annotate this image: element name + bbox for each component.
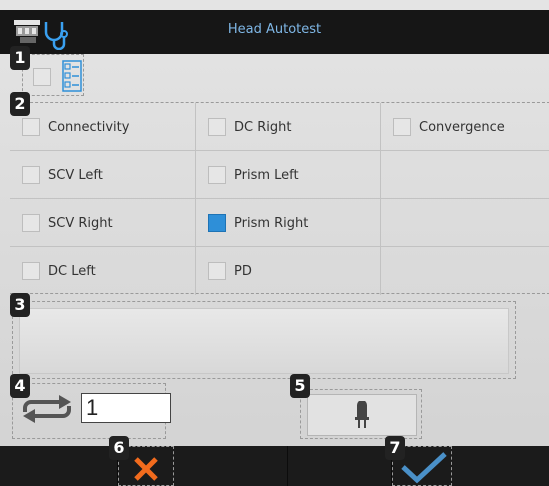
callout-badge-1: 1 bbox=[10, 46, 30, 70]
status-display bbox=[19, 308, 509, 374]
callout-badge-5: 5 bbox=[290, 374, 310, 398]
test-label: Convergence bbox=[419, 119, 505, 135]
test-checkbox-checked[interactable] bbox=[208, 214, 226, 232]
test-checkbox[interactable] bbox=[22, 262, 40, 280]
test-cell-dc-left[interactable]: DC Left bbox=[10, 247, 196, 295]
test-cell-prism-left[interactable]: Prism Left bbox=[196, 151, 381, 199]
callout-badge-2: 2 bbox=[10, 92, 30, 116]
test-label: DC Left bbox=[48, 263, 96, 279]
head-autotest-window: Head Autotest 1 2 3 4 5 6 7 Connectivity bbox=[0, 0, 549, 486]
checklist-icon bbox=[62, 60, 82, 92]
repeat-count-input[interactable] bbox=[81, 393, 171, 423]
test-checkbox[interactable] bbox=[208, 262, 226, 280]
test-label: Prism Left bbox=[234, 167, 299, 183]
test-label: SCV Left bbox=[48, 167, 103, 183]
test-cell-scv-right[interactable]: SCV Right bbox=[10, 199, 196, 247]
test-checkbox[interactable] bbox=[22, 118, 40, 136]
bottom-bar-segment bbox=[288, 446, 392, 486]
test-checkbox[interactable] bbox=[22, 166, 40, 184]
test-cell-empty bbox=[381, 151, 549, 199]
test-checkbox[interactable] bbox=[393, 118, 411, 136]
test-label: SCV Right bbox=[48, 215, 113, 231]
test-cell-empty bbox=[381, 199, 549, 247]
window-title: Head Autotest bbox=[227, 22, 322, 37]
test-label: Prism Right bbox=[234, 215, 309, 231]
test-label: DC Right bbox=[234, 119, 292, 135]
test-label: Connectivity bbox=[48, 119, 130, 135]
bottom-bar-segment bbox=[0, 446, 118, 486]
test-cell-convergence[interactable]: Convergence bbox=[381, 103, 549, 151]
select-all-group bbox=[22, 54, 84, 96]
test-cell-pd[interactable]: PD bbox=[196, 247, 381, 295]
test-row: SCV Right Prism Right bbox=[10, 199, 549, 247]
bottom-bar-segment bbox=[174, 446, 288, 486]
test-cell-empty bbox=[381, 247, 549, 295]
test-checkbox[interactable] bbox=[22, 214, 40, 232]
status-area-group bbox=[12, 301, 516, 379]
test-row: Connectivity DC Right Convergence bbox=[10, 103, 549, 151]
test-row: SCV Left Prism Left bbox=[10, 151, 549, 199]
test-label: PD bbox=[234, 263, 252, 279]
test-checkbox[interactable] bbox=[208, 166, 226, 184]
callout-badge-3: 3 bbox=[10, 293, 30, 317]
test-cell-dc-right[interactable]: DC Right bbox=[196, 103, 381, 151]
bottom-bar bbox=[0, 446, 549, 486]
test-cell-prism-right[interactable]: Prism Right bbox=[196, 199, 381, 247]
lamp-group bbox=[300, 389, 422, 439]
select-all-checkbox[interactable] bbox=[33, 68, 51, 86]
lamp-icon bbox=[355, 401, 369, 428]
lamp-button[interactable] bbox=[307, 394, 417, 436]
title-bar: Head Autotest bbox=[0, 10, 549, 54]
test-cell-scv-left[interactable]: SCV Left bbox=[10, 151, 196, 199]
callout-badge-6: 6 bbox=[109, 436, 129, 460]
test-checkbox[interactable] bbox=[208, 118, 226, 136]
test-cell-connectivity[interactable]: Connectivity bbox=[10, 103, 196, 151]
test-row: DC Left PD bbox=[10, 247, 549, 295]
repeat-group bbox=[12, 383, 171, 439]
callout-badge-7: 7 bbox=[385, 436, 405, 460]
repeat-icon bbox=[23, 395, 71, 423]
callout-badge-4: 4 bbox=[10, 374, 30, 398]
test-grid: Connectivity DC Right Convergence SCV Le… bbox=[10, 102, 549, 295]
